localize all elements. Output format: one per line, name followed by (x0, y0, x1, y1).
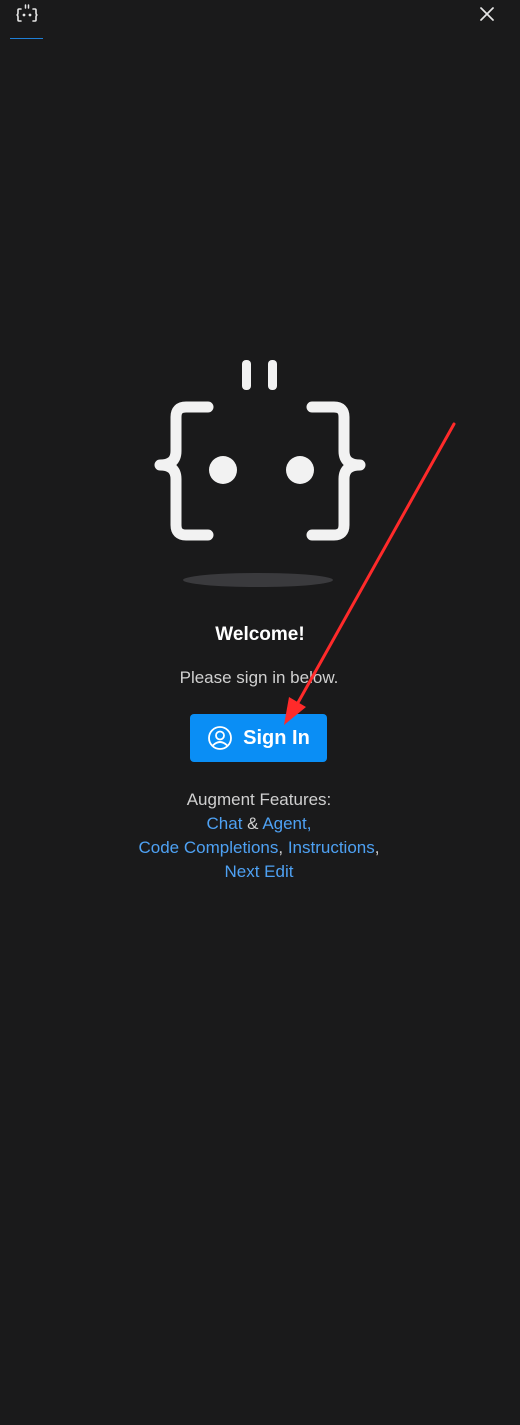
features-line-3: Next Edit (0, 860, 518, 884)
augment-robot-logo-icon (154, 360, 366, 541)
sign-in-label: Sign In (243, 726, 310, 749)
features-comma-1: , (278, 838, 288, 857)
features-line-1: Chat & Agent, (0, 812, 518, 836)
features-list: Augment Features: Chat & Agent, Code Com… (0, 788, 518, 884)
close-icon (480, 7, 494, 21)
sign-in-button[interactable]: Sign In (190, 714, 327, 762)
welcome-title: Welcome! (215, 624, 305, 645)
tab-augment[interactable] (10, 0, 43, 39)
features-heading: Augment Features: (186, 790, 332, 809)
user-circle-icon (208, 726, 233, 750)
panel-header (0, 0, 520, 40)
close-button[interactable] (476, 3, 498, 25)
features-line-2: Code Completions, Instructions, (0, 836, 518, 860)
link-chat[interactable]: Chat (207, 814, 243, 833)
link-code-completions[interactable]: Code Completions (139, 838, 279, 857)
augment-sign-in-panel: Welcome! Please sign in below. Sign In A… (0, 0, 520, 1425)
logo-shadow (183, 573, 333, 587)
features-comma-2: , (374, 838, 380, 857)
sign-in-subtitle: Please sign in below. (179, 668, 339, 687)
link-instructions[interactable]: Instructions (288, 838, 375, 857)
annotation-arrow (284, 422, 456, 725)
link-agent[interactable]: Agent, (262, 814, 311, 833)
features-amp: & (242, 814, 263, 833)
link-next-edit[interactable]: Next Edit (225, 862, 294, 881)
augment-logo-icon (15, 4, 38, 22)
